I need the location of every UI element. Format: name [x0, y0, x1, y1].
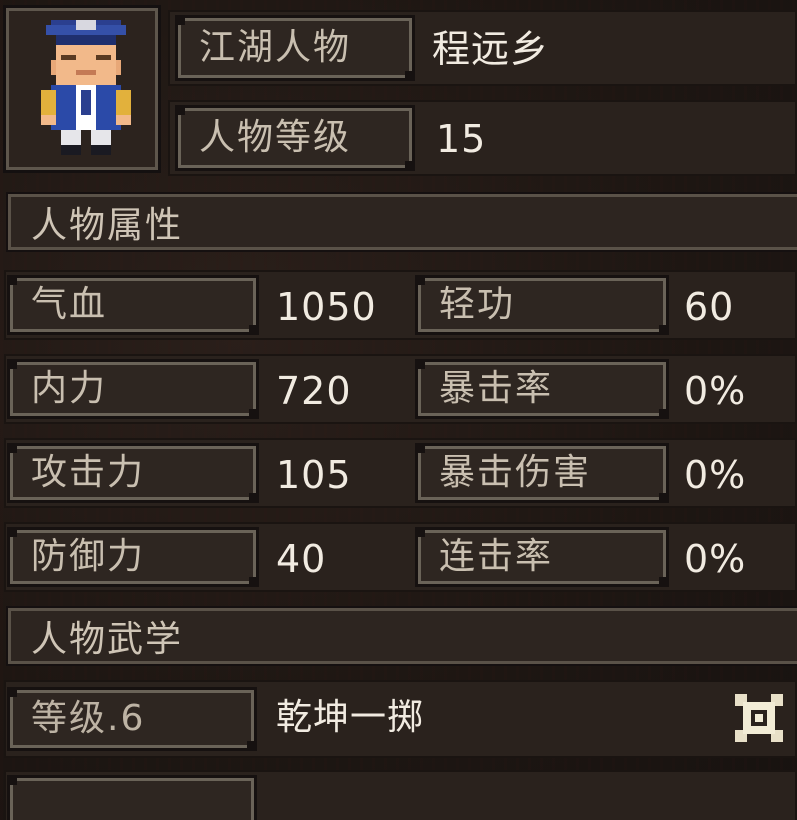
attr-label-agility: 轻功	[415, 275, 669, 335]
attr-label-mp: 内力	[7, 359, 259, 419]
martial-header: 人物武学	[8, 608, 797, 664]
attr-value-crit-damage: 0%	[684, 453, 747, 497]
attr-value-defense: 40	[276, 537, 327, 581]
attr-label-defense: 防御力	[7, 527, 259, 587]
character-portrait	[6, 8, 158, 170]
character-level: 15	[436, 117, 487, 161]
attr-label-attack: 攻击力	[7, 443, 259, 503]
level-label: 人物等级	[175, 105, 415, 171]
attr-value-agility: 60	[684, 285, 735, 329]
attr-value-hp: 1050	[276, 285, 377, 329]
attr-value-crit-rate: 0%	[684, 369, 747, 413]
attr-label-combo-rate: 连击率	[415, 527, 669, 587]
attr-value-mp: 720	[276, 369, 352, 413]
attributes-header: 人物属性	[8, 194, 797, 250]
name-label: 江湖人物	[175, 15, 415, 81]
attr-label-hp: 气血	[7, 275, 259, 335]
attr-value-attack: 105	[276, 453, 352, 497]
attr-value-combo-rate: 0%	[684, 537, 747, 581]
skill-level-label: 等级.6	[7, 687, 257, 751]
skill-name: 乾坤一掷	[276, 697, 425, 738]
character-sprite-icon	[41, 20, 131, 155]
skill-slot-empty	[7, 775, 254, 820]
attr-label-crit-damage: 暴击伤害	[415, 443, 669, 503]
character-name: 程远乡	[432, 27, 550, 71]
shuriken-icon[interactable]	[735, 694, 783, 742]
attr-label-crit-rate: 暴击率	[415, 359, 669, 419]
